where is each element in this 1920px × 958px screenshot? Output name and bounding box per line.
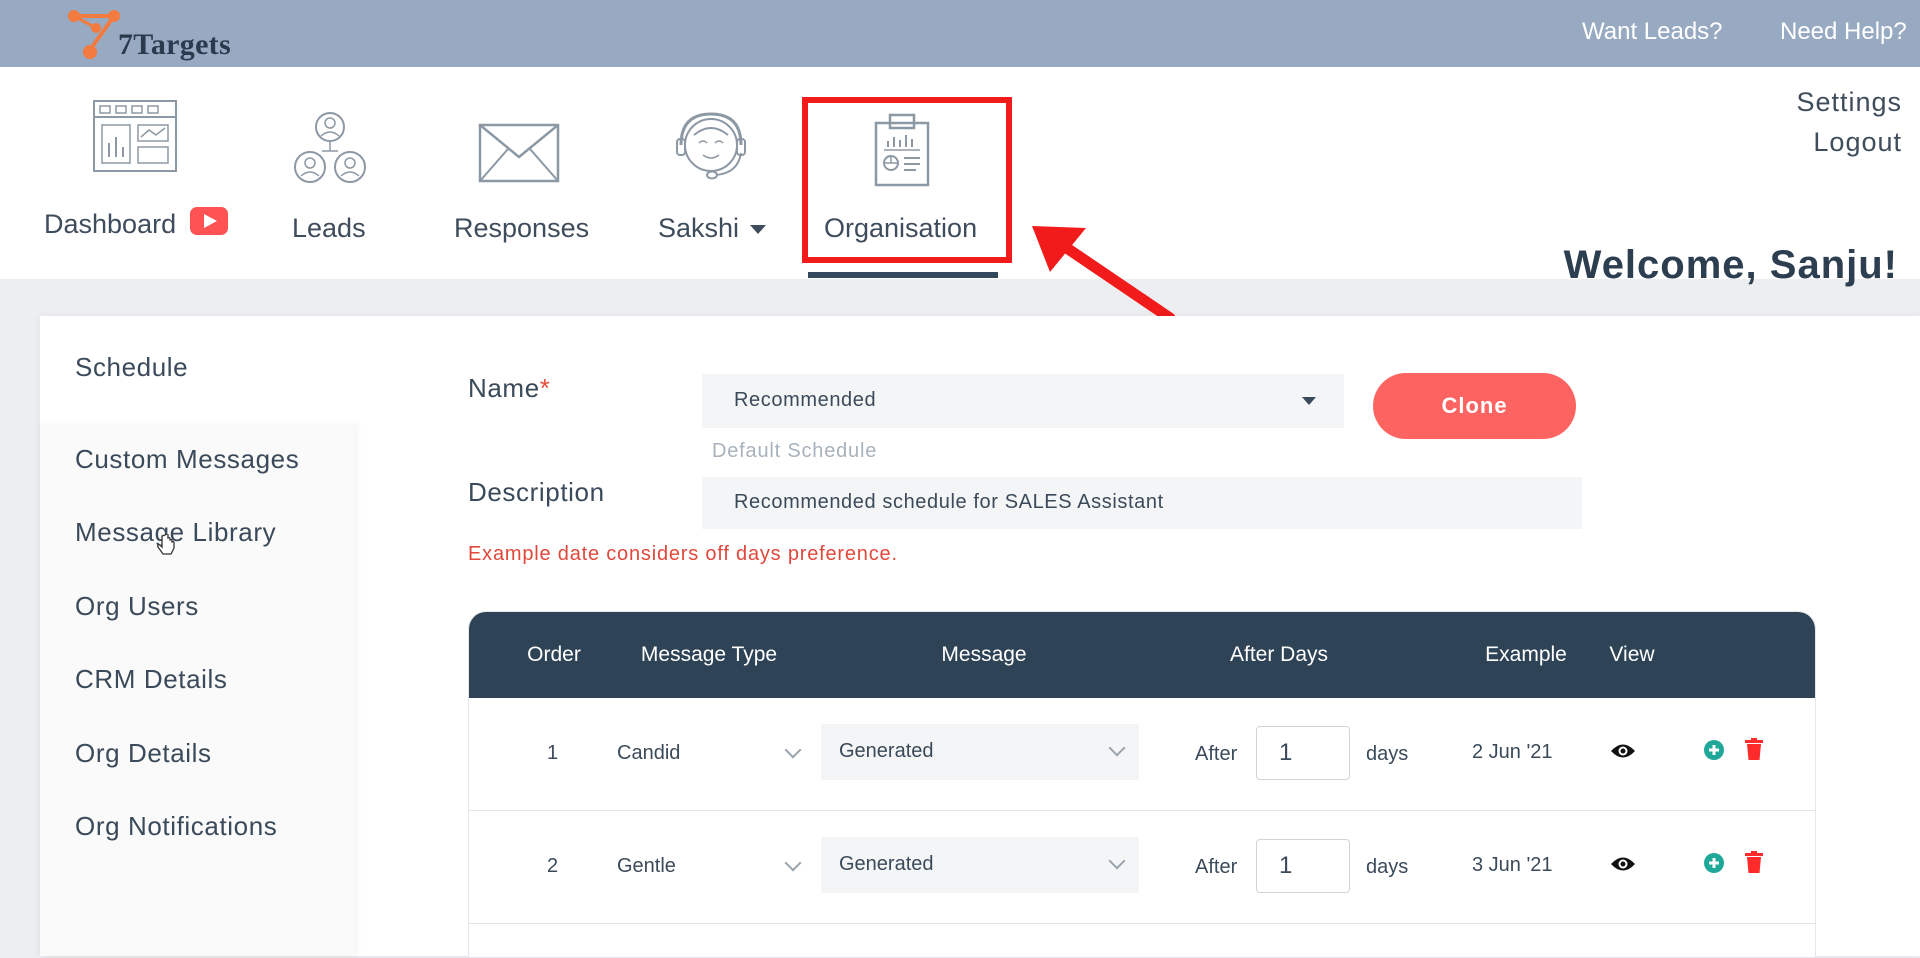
nav-item-organisation[interactable]: Organisation <box>812 67 992 279</box>
message-type-value: Candid <box>617 742 681 764</box>
logo-icon <box>68 10 120 59</box>
description-input[interactable]: Recommended schedule for SALES Assistant <box>702 477 1582 529</box>
nav-item-leads[interactable]: Leads <box>280 67 380 279</box>
days-label: days <box>1366 743 1409 765</box>
message-type-select[interactable]: Gentle <box>617 839 807 895</box>
add-circle-icon[interactable] <box>1704 740 1724 760</box>
required-mark: * <box>539 373 551 403</box>
description-label: Description <box>468 477 605 507</box>
headset-assistant-icon <box>676 112 746 180</box>
message-value: Generated <box>839 853 934 875</box>
th-message: Message <box>941 643 1027 666</box>
clone-button[interactable]: Clone <box>1373 373 1576 439</box>
message-select[interactable]: Generated <box>821 724 1139 780</box>
chevron-down-icon <box>750 225 766 234</box>
active-tab-indicator <box>808 272 998 278</box>
welcome-message: Welcome, Sanju! <box>1563 243 1898 287</box>
nav-label-organisation: Organisation <box>824 213 978 243</box>
top-bar: 7Targets Want Leads? Need Help? <box>0 0 1920 67</box>
nav-item-dashboard[interactable]: Dashboard <box>40 67 240 279</box>
logo-text: 7Targets <box>118 28 231 61</box>
th-order: Order <box>527 643 581 666</box>
nav-label-leads: Leads <box>292 213 366 243</box>
dashboard-icon <box>93 100 177 172</box>
th-message-type: Message Type <box>640 643 778 666</box>
table-row: 1 Candid Generated After 1 days 2 Jun '2… <box>469 698 1815 811</box>
chevron-down-icon <box>1108 852 1126 870</box>
message-type-select[interactable]: Candid <box>617 726 807 782</box>
want-leads-link[interactable]: Want Leads? <box>1582 18 1723 46</box>
after-label: After <box>1195 743 1238 765</box>
nav-label-dashboard: Dashboard <box>44 209 177 239</box>
row-order: 2 <box>547 855 559 877</box>
table-row: 2 Gentle Generated After 1 days 3 Jun '2… <box>469 811 1815 924</box>
example-date: 3 Jun '21 <box>1472 854 1553 876</box>
app-logo[interactable]: 7Targets <box>66 6 266 62</box>
nav-label-sakshi: Sakshi <box>658 213 740 243</box>
dropdown-caret-icon <box>1302 397 1316 405</box>
name-label: Name* <box>468 373 550 404</box>
sidebar-item-org-details[interactable]: Org Details <box>75 738 212 769</box>
sidebar-item-crm-details[interactable]: CRM Details <box>75 664 228 695</box>
days-label: days <box>1366 856 1409 878</box>
eye-icon[interactable] <box>1610 742 1636 760</box>
hand-cursor-icon <box>157 534 175 555</box>
logout-link[interactable]: Logout <box>1813 127 1902 158</box>
youtube-icon[interactable] <box>190 207 228 235</box>
need-help-link[interactable]: Need Help? <box>1780 18 1907 46</box>
trash-icon[interactable] <box>1745 851 1763 873</box>
chevron-down-icon <box>1108 739 1126 757</box>
settings-sidebar: Schedule Custom Messages Message Library… <box>40 316 355 956</box>
clipboard-report-icon <box>874 113 930 187</box>
off-days-note: Example date considers off days preferen… <box>468 543 898 565</box>
th-view: View <box>1609 643 1655 666</box>
schedule-name-value: Recommended <box>734 389 877 411</box>
sidebar-item-custom-messages[interactable]: Custom Messages <box>75 444 299 475</box>
sidebar-item-org-users[interactable]: Org Users <box>75 591 199 622</box>
sidebar-item-org-notifications[interactable]: Org Notifications <box>75 811 277 842</box>
schedule-hint: Default Schedule <box>712 440 878 462</box>
schedule-table: Order Message Type Message After Days Ex… <box>468 611 1816 958</box>
eye-icon[interactable] <box>1610 855 1636 873</box>
message-select[interactable]: Generated <box>821 837 1139 893</box>
sidebar-item-schedule[interactable]: Schedule <box>75 352 188 383</box>
schedule-name-select[interactable]: Recommended <box>702 374 1344 428</box>
row-order: 1 <box>547 742 559 764</box>
main-nav: Dashboard Leads Responses Sakshi Organis… <box>0 67 1920 287</box>
nav-item-sakshi[interactable]: Sakshi <box>654 67 774 279</box>
th-after-days: After Days <box>1229 643 1329 666</box>
th-example: Example <box>1485 643 1567 666</box>
table-header: Order Message Type Message After Days Ex… <box>469 612 1815 698</box>
chevron-down-icon <box>784 854 802 872</box>
trash-icon[interactable] <box>1745 738 1763 760</box>
add-circle-icon[interactable] <box>1704 853 1724 873</box>
leads-icon <box>294 112 366 183</box>
description-value: Recommended schedule for SALES Assistant <box>734 491 1164 513</box>
nav-label-responses: Responses <box>454 213 590 243</box>
after-days-input[interactable]: 1 <box>1256 839 1350 893</box>
after-days-input[interactable]: 1 <box>1256 726 1350 780</box>
chevron-down-icon <box>784 741 802 759</box>
name-label-text: Name <box>468 373 540 403</box>
after-label: After <box>1195 856 1238 878</box>
envelope-icon <box>478 123 560 183</box>
settings-link[interactable]: Settings <box>1796 87 1902 118</box>
message-type-value: Gentle <box>617 855 676 877</box>
message-value: Generated <box>839 740 934 762</box>
example-date: 2 Jun '21 <box>1472 741 1553 763</box>
nav-item-responses[interactable]: Responses <box>446 67 596 279</box>
